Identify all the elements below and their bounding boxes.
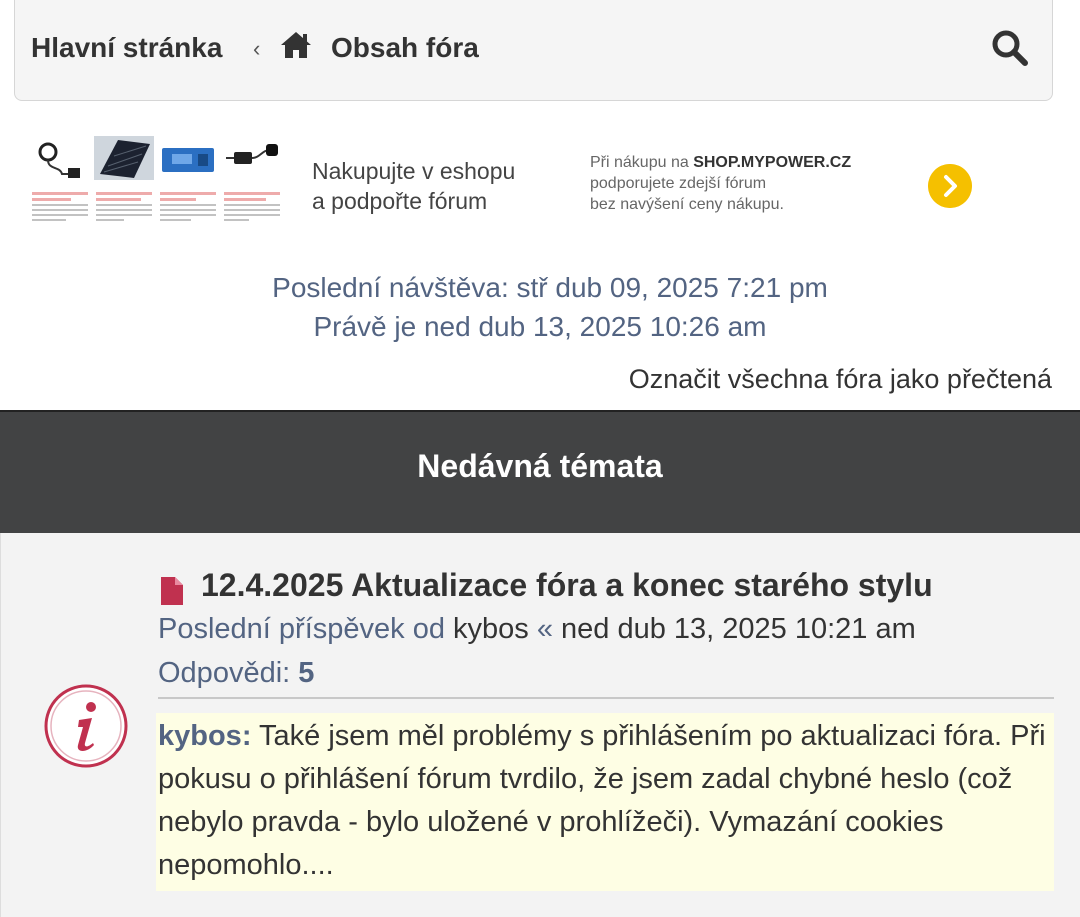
breadcrumb-forum-link[interactable]: Obsah fóra	[331, 32, 479, 64]
banner-shop-name: SHOP.MYPOWER.CZ	[693, 154, 852, 171]
home-icon[interactable]	[279, 30, 313, 60]
banner-side-line2: podporujete zdejší fórum	[590, 175, 767, 192]
last-visit-text: Poslední návštěva: stř dub 09, 2025 7:21…	[272, 272, 828, 303]
current-time-text: Právě je ned dub 13, 2025 10:26 am	[313, 311, 767, 342]
replies-label: Odpovědi:	[158, 657, 299, 689]
shop-banner[interactable]: Nakupujte v eshopu a podpořte fórum Při …	[30, 134, 1030, 242]
preview-author: kybos:	[158, 720, 252, 752]
navbar: Hlavní stránka ‹ Obsah fóra	[14, 0, 1053, 101]
last-post-author-link[interactable]: kybos	[453, 613, 529, 645]
topic-last-post: Poslední příspěvek od kybos « ned dub 13…	[158, 613, 916, 646]
preview-text: Také jsem měl problémy s přihlášením po …	[158, 720, 1046, 881]
banner-product-image	[222, 134, 282, 238]
mark-all-read-link[interactable]: Označit všechna fóra jako přečtená	[629, 364, 1052, 395]
banner-line2: a podpořte fórum	[312, 188, 488, 214]
replies-count: 5	[298, 657, 315, 689]
info-icon	[44, 684, 128, 768]
breadcrumb-separator: ‹	[253, 36, 261, 61]
topic-divider	[158, 697, 1054, 699]
last-post-label: Poslední příspěvek od	[158, 613, 454, 645]
last-post-separator[interactable]: «	[529, 613, 561, 645]
banner-line1: Nakupujte v eshopu	[312, 158, 516, 184]
banner-product-image	[30, 134, 90, 238]
file-icon	[161, 577, 183, 605]
banner-headline: Nakupujte v eshopu a podpořte fórum	[312, 156, 572, 216]
topic-preview: kybos: Také jsem měl problémy s přihláše…	[156, 713, 1054, 891]
search-icon[interactable]	[990, 28, 1030, 68]
topic-title-link[interactable]: 12.4.2025 Aktualizace fóra a konec staré…	[201, 567, 933, 604]
banner-product-image	[158, 134, 218, 238]
chevron-right-icon[interactable]	[928, 164, 972, 208]
section-header: Nedávná témata	[0, 412, 1080, 533]
topic-replies: Odpovědi: 5	[158, 657, 314, 690]
banner-description: Při nákupu na SHOP.MYPOWER.CZ podporujet…	[590, 152, 920, 215]
banner-side-line1: Při nákupu na SHOP.MYPOWER.CZ	[590, 152, 920, 173]
topic-row[interactable]: 12.4.2025 Aktualizace fóra a konec staré…	[0, 533, 1080, 917]
banner-side-line3: bez navýšení ceny nákupu.	[590, 196, 784, 213]
banner-side-prefix: Při nákupu na	[590, 154, 694, 171]
breadcrumb-home-link[interactable]: Hlavní stránka	[31, 32, 222, 64]
last-post-date: ned dub 13, 2025 10:21 am	[561, 613, 916, 645]
banner-product-image	[94, 134, 154, 238]
